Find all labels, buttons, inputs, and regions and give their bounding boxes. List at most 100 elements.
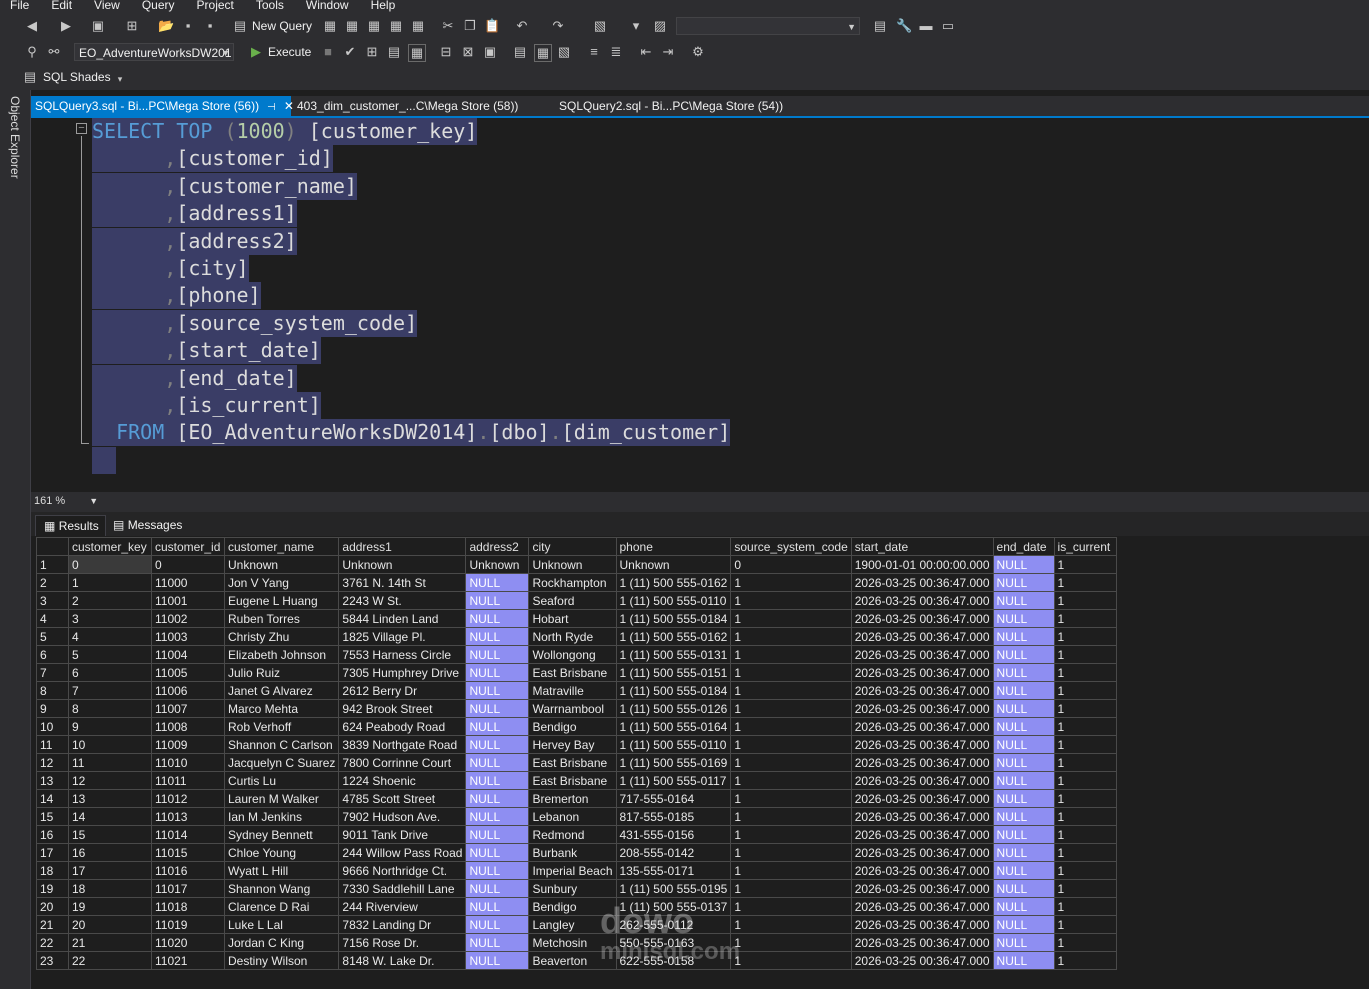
table-cell[interactable]: 0 (68, 555, 152, 574)
table-cell[interactable]: 2026-03-25 00:36:47.000 (850, 897, 994, 916)
sql-shades-icon[interactable]: ▤ (22, 69, 38, 85)
row-number[interactable]: 3 (36, 591, 69, 610)
table-row[interactable]: 21 20 11019 Luke L Lal 7832 Landing Dr NULL La… (36, 915, 1117, 934)
table-cell[interactable]: East Brisbane (528, 663, 617, 682)
table-cell[interactable]: North Ryde (528, 627, 617, 646)
table-cell[interactable]: 11004 (151, 645, 225, 664)
table-cell[interactable]: NULL (465, 933, 530, 952)
add-item-icon[interactable]: ⊞ (124, 18, 140, 34)
table-cell[interactable]: 2026-03-25 00:36:47.000 (850, 663, 994, 682)
table-cell[interactable]: Bremerton (528, 789, 617, 808)
table-cell[interactable]: 5844 Linden Land (338, 609, 467, 628)
table-cell[interactable]: 7553 Harness Circle (338, 645, 467, 664)
table-cell[interactable]: 1 (730, 663, 852, 682)
table-cell[interactable]: 1 (730, 789, 852, 808)
grid-corner[interactable] (36, 537, 69, 556)
table-cell[interactable]: NULL (992, 627, 1055, 646)
table-cell[interactable]: NULL (465, 645, 530, 664)
table-cell[interactable]: 7305 Humphrey Drive (338, 663, 467, 682)
table-cell[interactable]: Burbank (528, 843, 617, 862)
table-cell[interactable]: 7156 Rose Dr. (338, 933, 467, 952)
table-row[interactable]: 9 8 11007 Marco Mehta 942 Brook Street NULL Wa… (36, 699, 1117, 718)
table-cell[interactable]: 2026-03-25 00:36:47.000 (850, 843, 994, 862)
table-cell[interactable]: 2026-03-25 00:36:47.000 (850, 753, 994, 772)
column-header-is-current[interactable]: is_current (1053, 537, 1117, 556)
table-cell[interactable]: 1 (730, 897, 852, 916)
table-cell[interactable]: 431-555-0156 (615, 825, 732, 844)
table-cell[interactable]: 16 (68, 843, 152, 862)
row-number[interactable]: 8 (36, 681, 69, 700)
table-row[interactable]: 16 15 11014 Sydney Bennett 9011 Tank Drive NU… (36, 825, 1117, 844)
table-cell[interactable]: 1 (730, 591, 852, 610)
table-cell[interactable]: 1 (730, 879, 852, 898)
table-cell[interactable]: 1 (1053, 717, 1117, 736)
table-cell[interactable]: 8 (68, 699, 152, 718)
table-cell[interactable]: 2026-03-25 00:36:47.000 (850, 609, 994, 628)
table-cell[interactable]: 2026-03-25 00:36:47.000 (850, 861, 994, 880)
table-cell[interactable]: NULL (992, 951, 1055, 970)
new-query-icon[interactable]: ▤ (232, 18, 248, 34)
table-cell[interactable]: 2026-03-25 00:36:47.000 (850, 807, 994, 826)
table-row[interactable]: 22 21 11020 Jordan C King 7156 Rose Dr. NULL M… (36, 933, 1117, 952)
table-row[interactable]: 19 18 11017 Shannon Wang 7330 Saddlehill Lan… (36, 879, 1117, 898)
column-header-phone[interactable]: phone (615, 537, 732, 556)
save-icon[interactable]: ▪ (180, 18, 196, 34)
table-cell[interactable]: East Brisbane (528, 753, 617, 772)
table-cell[interactable]: 1 (1053, 591, 1117, 610)
row-number[interactable]: 7 (36, 663, 69, 682)
table-cell[interactable]: 1 (1053, 555, 1117, 574)
comment-icon[interactable]: ≡ (586, 44, 602, 60)
table-cell[interactable]: 11003 (151, 627, 225, 646)
table-cell[interactable]: 11014 (151, 825, 225, 844)
connect-icon[interactable]: ⚲ (24, 44, 40, 60)
table-cell[interactable]: 11013 (151, 807, 225, 826)
table-row[interactable]: 15 14 11013 Ian M Jenkins 7902 Hudson Ave. NU… (36, 807, 1117, 826)
table-cell[interactable]: 1 (730, 573, 852, 592)
table-cell[interactable]: 6 (68, 663, 152, 682)
table-cell[interactable]: 1 (1053, 609, 1117, 628)
table-cell[interactable]: 1 (1053, 627, 1117, 646)
undo-icon[interactable]: ↶ (514, 18, 530, 34)
table-cell[interactable]: 717-555-0164 (615, 789, 732, 808)
table-cell[interactable]: 817-555-0185 (615, 807, 732, 826)
table-cell[interactable]: 1 (1053, 933, 1117, 952)
results-grid-icon[interactable]: ▦ (534, 44, 552, 62)
table-cell[interactable]: Chloe Young (223, 843, 340, 862)
wrench-icon[interactable]: 🔧 (896, 18, 912, 34)
table-cell[interactable]: 1 (730, 807, 852, 826)
table-cell[interactable]: 1 (1053, 753, 1117, 772)
table-cell[interactable]: Unknown (338, 555, 467, 574)
table-cell[interactable]: NULL (465, 699, 530, 718)
table-cell[interactable]: 18 (68, 879, 152, 898)
table-cell[interactable]: NULL (465, 735, 530, 754)
table-cell[interactable]: 2026-03-25 00:36:47.000 (850, 735, 994, 754)
table-cell[interactable]: Marco Mehta (223, 699, 340, 718)
table-cell[interactable]: 11011 (151, 771, 225, 790)
paste-icon[interactable]: 📋 (484, 18, 500, 34)
menu-item-query[interactable]: Query (142, 0, 175, 11)
parse-icon[interactable]: ✔ (342, 44, 358, 60)
table-cell[interactable]: 17 (68, 861, 152, 880)
table-cell[interactable]: 1 (11) 500 555-0169 (615, 753, 732, 772)
column-header-city[interactable]: city (528, 537, 617, 556)
table-cell[interactable]: NULL (992, 879, 1055, 898)
table-cell[interactable]: 11002 (151, 609, 225, 628)
row-number[interactable]: 2 (36, 573, 69, 592)
save-all-icon[interactable]: ▪ (202, 18, 218, 34)
tab-messages[interactable]: ▤ Messages (105, 515, 188, 535)
row-number[interactable]: 10 (36, 717, 69, 736)
table-row[interactable]: 4 3 11002 Ruben Torres 5844 Linden Land NULL H… (36, 609, 1117, 628)
column-header-address2[interactable]: address2 (465, 537, 530, 556)
table-cell[interactable]: NULL (465, 951, 530, 970)
display-estimated-plan-icon[interactable]: ⊞ (364, 44, 380, 60)
table-cell[interactable]: 1 (11) 500 555-0162 (615, 573, 732, 592)
table-cell[interactable]: 1 (11) 500 555-0110 (615, 735, 732, 754)
table-cell[interactable]: 12 (68, 771, 152, 790)
tab-403-dim-customer[interactable]: 403_dim_customer_...C\Mega Store (58)) (293, 96, 522, 116)
table-cell[interactable]: 11007 (151, 699, 225, 718)
table-cell[interactable]: 1 (11) 500 555-0131 (615, 645, 732, 664)
table-cell[interactable]: Lauren M Walker (223, 789, 340, 808)
pin-icon[interactable]: ⊣ (267, 102, 276, 113)
table-cell[interactable]: 2026-03-25 00:36:47.000 (850, 627, 994, 646)
row-number[interactable]: 21 (36, 915, 69, 934)
